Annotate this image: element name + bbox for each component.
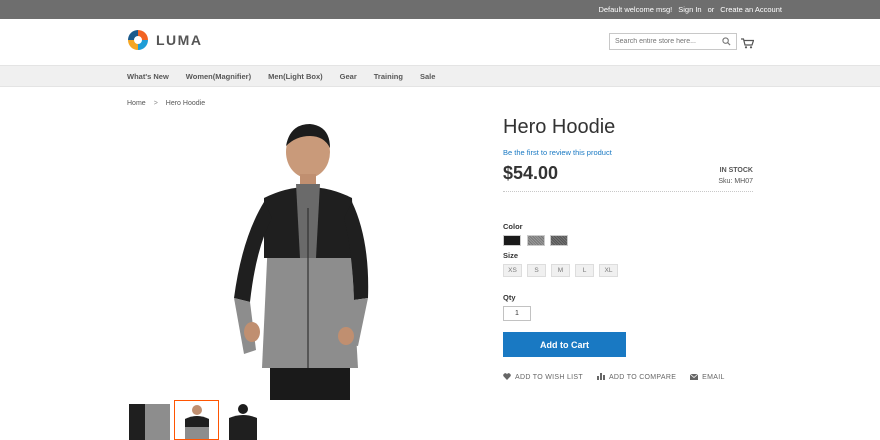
nav-gear[interactable]: Gear <box>340 72 357 81</box>
search-box <box>609 33 737 50</box>
or-text: or <box>707 5 715 14</box>
swatch-black[interactable] <box>503 235 521 246</box>
add-to-compare-link[interactable]: ADD TO COMPARE <box>596 373 677 382</box>
size-xl[interactable]: XL <box>599 264 618 277</box>
main-navigation: What's New Women(Magnifier) Men(Light Bo… <box>0 65 880 87</box>
sku-value: MH07 <box>734 178 753 185</box>
search-input[interactable] <box>610 38 720 45</box>
create-account-link[interactable]: Create an Account <box>720 5 782 14</box>
nav-women[interactable]: Women(Magnifier) <box>186 72 251 81</box>
thumbnail-1[interactable] <box>127 400 172 440</box>
product-actions: ADD TO WISH LIST ADD TO COMPARE EMAIL <box>503 373 739 382</box>
add-to-cart-button[interactable]: Add to Cart <box>503 332 626 357</box>
product-price: $54.00 <box>503 163 559 183</box>
compare-label: ADD TO COMPARE <box>608 374 677 381</box>
breadcrumb-home[interactable]: Home <box>127 100 146 107</box>
breadcrumb: Home > Hero Hoodie <box>127 100 205 107</box>
logo[interactable]: LUMA <box>127 29 202 51</box>
stock-status: IN STOCK <box>719 167 753 174</box>
top-links-bar: Default welcome msg! Sign In or Create a… <box>0 0 880 19</box>
qty-input[interactable]: 1 <box>503 306 531 321</box>
color-label: Color <box>503 222 523 231</box>
add-to-wishlist-link[interactable]: ADD TO WISH LIST <box>503 373 583 382</box>
thumbnail-2[interactable] <box>174 400 219 440</box>
nav-whats-new[interactable]: What's New <box>127 72 169 81</box>
welcome-message: Default welcome msg! <box>598 5 673 14</box>
swatch-gray[interactable] <box>527 235 545 246</box>
size-m[interactable]: M <box>551 264 570 277</box>
header: LUMA <box>0 19 880 65</box>
search-icon[interactable] <box>720 36 732 48</box>
size-xs[interactable]: XS <box>503 264 522 277</box>
sku: Sku: MH07 <box>718 178 753 185</box>
heart-icon <box>503 373 515 382</box>
envelope-icon <box>689 373 702 382</box>
qty-label: Qty <box>503 293 516 302</box>
sku-label: Sku: <box>718 178 733 185</box>
nav-sale[interactable]: Sale <box>420 72 435 81</box>
compare-icon <box>596 373 609 382</box>
nav-training[interactable]: Training <box>374 72 403 81</box>
logo-text: LUMA <box>156 32 203 48</box>
thumbnail-strip <box>127 400 268 440</box>
sign-in-link[interactable]: Sign In <box>678 5 701 14</box>
product-title: Hero Hoodie <box>503 116 616 138</box>
divider <box>503 191 753 192</box>
wishlist-label: ADD TO WISH LIST <box>515 374 583 381</box>
thumbnail-3[interactable] <box>221 400 266 440</box>
size-l[interactable]: L <box>575 264 594 277</box>
size-s[interactable]: S <box>527 264 546 277</box>
email-label: EMAIL <box>702 374 725 381</box>
breadcrumb-current: Hero Hoodie <box>165 100 206 107</box>
swatch-dark-gray[interactable] <box>550 235 568 246</box>
email-link[interactable]: EMAIL <box>689 373 725 382</box>
nav-men[interactable]: Men(Light Box) <box>268 72 323 81</box>
product-main-image[interactable] <box>200 118 390 400</box>
size-label: Size <box>503 251 519 260</box>
minicart-icon[interactable] <box>741 36 755 54</box>
luma-logo-icon <box>127 29 149 51</box>
review-link[interactable]: Be the first to review this product <box>503 148 612 157</box>
breadcrumb-separator: > <box>153 100 158 107</box>
